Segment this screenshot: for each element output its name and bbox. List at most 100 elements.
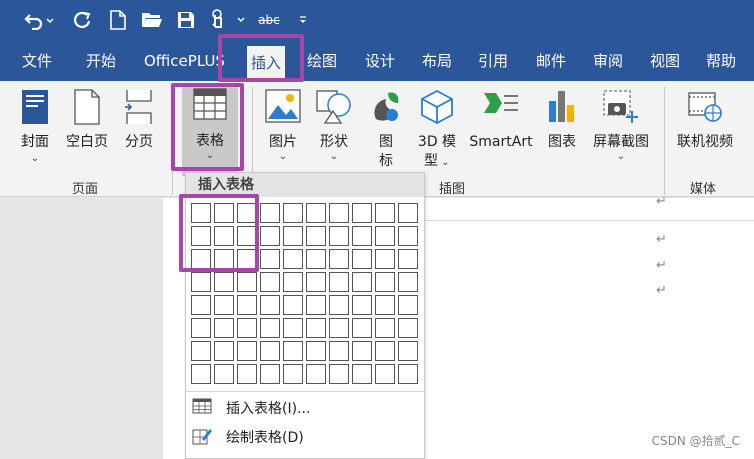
table-grid-cell[interactable]	[306, 226, 326, 246]
table-grid-cell[interactable]	[283, 272, 303, 292]
table-grid-cell[interactable]	[375, 341, 395, 361]
table-grid-cell[interactable]	[329, 249, 349, 269]
strikethrough-button[interactable]: abc	[256, 8, 282, 32]
table-grid-cell[interactable]	[306, 272, 326, 292]
table-grid-cell[interactable]	[283, 203, 303, 223]
online-video-button[interactable]: 联机视频	[672, 85, 738, 175]
table-grid-cell[interactable]	[283, 249, 303, 269]
table-grid-cell[interactable]	[398, 318, 418, 338]
table-grid-cell[interactable]	[214, 295, 234, 315]
table-grid-cell[interactable]	[329, 226, 349, 246]
table-grid-cell[interactable]	[375, 272, 395, 292]
table-grid-cell[interactable]	[306, 203, 326, 223]
table-grid-cell[interactable]	[375, 226, 395, 246]
smartart-button[interactable]: SmartArt	[466, 85, 536, 175]
table-grid-cell[interactable]	[191, 318, 211, 338]
table-grid-cell[interactable]	[260, 295, 280, 315]
table-grid-cell[interactable]	[398, 364, 418, 384]
save-button[interactable]	[176, 8, 196, 32]
table-grid-cell[interactable]	[352, 272, 372, 292]
table-grid-cell[interactable]	[398, 226, 418, 246]
table-grid-cell[interactable]	[237, 364, 257, 384]
tab-view[interactable]: 视图	[650, 42, 680, 81]
table-grid-cell[interactable]	[306, 249, 326, 269]
table-grid-cell[interactable]	[260, 272, 280, 292]
undo-button[interactable]	[22, 8, 56, 32]
page-break-button[interactable]: 分页	[118, 85, 160, 175]
table-grid-cell[interactable]	[352, 249, 372, 269]
table-grid-cell[interactable]	[214, 341, 234, 361]
table-grid-cell[interactable]	[283, 341, 303, 361]
chart-button[interactable]: 图表	[542, 85, 582, 175]
table-grid-cell[interactable]	[375, 203, 395, 223]
touch-mode-button[interactable]	[208, 8, 248, 32]
tab-references[interactable]: 引用	[478, 42, 508, 81]
redo-button[interactable]	[72, 8, 94, 32]
table-grid-cell[interactable]	[329, 295, 349, 315]
table-grid-cell[interactable]	[375, 249, 395, 269]
table-grid-cell[interactable]	[260, 318, 280, 338]
tab-mailings[interactable]: 邮件	[536, 42, 566, 81]
table-grid-cell[interactable]	[306, 295, 326, 315]
table-grid-cell[interactable]	[306, 364, 326, 384]
table-grid-cell[interactable]	[398, 295, 418, 315]
table-grid-cell[interactable]	[237, 341, 257, 361]
table-grid-cell[interactable]	[375, 318, 395, 338]
table-grid-cell[interactable]	[191, 341, 211, 361]
insert-table-menu-item[interactable]: 插入表格(I)...	[186, 393, 424, 421]
table-grid-cell[interactable]	[329, 318, 349, 338]
table-grid-cell[interactable]	[260, 249, 280, 269]
tab-review[interactable]: 审阅	[593, 42, 623, 81]
table-grid-cell[interactable]	[329, 203, 349, 223]
table-grid-cell[interactable]	[283, 318, 303, 338]
open-button[interactable]	[141, 8, 163, 32]
table-grid-cell[interactable]	[352, 364, 372, 384]
table-grid-cell[interactable]	[191, 272, 211, 292]
table-grid-cell[interactable]	[260, 226, 280, 246]
icons-button[interactable]: 图 标	[366, 85, 406, 175]
table-grid-cell[interactable]	[191, 295, 211, 315]
table-grid-cell[interactable]	[237, 295, 257, 315]
table-grid-cell[interactable]	[260, 203, 280, 223]
table-grid-cell[interactable]	[352, 318, 372, 338]
picture-button[interactable]: 图片 ⌄	[262, 85, 304, 175]
table-grid-cell[interactable]	[306, 341, 326, 361]
tab-home[interactable]: 开始	[86, 42, 116, 81]
table-grid-cell[interactable]	[352, 295, 372, 315]
customize-qat-button[interactable]	[296, 8, 310, 32]
table-grid-cell[interactable]	[306, 318, 326, 338]
draw-table-menu-item[interactable]: 绘制表格(D)	[186, 422, 424, 450]
table-grid-cell[interactable]	[214, 318, 234, 338]
screenshot-button[interactable]: 屏幕截图 ⌄	[588, 85, 654, 175]
table-grid-cell[interactable]	[214, 364, 234, 384]
tab-draw[interactable]: 绘图	[307, 42, 337, 81]
table-grid-cell[interactable]	[237, 272, 257, 292]
table-grid-cell[interactable]	[283, 364, 303, 384]
table-grid-cell[interactable]	[191, 364, 211, 384]
tab-design[interactable]: 设计	[365, 42, 395, 81]
cover-page-button[interactable]: 封面 ⌄	[14, 85, 56, 175]
table-grid-cell[interactable]	[398, 341, 418, 361]
table-grid-cell[interactable]	[375, 295, 395, 315]
table-grid-cell[interactable]	[398, 249, 418, 269]
table-grid-cell[interactable]	[237, 318, 257, 338]
table-grid-cell[interactable]	[283, 295, 303, 315]
3d-models-button[interactable]: 3D 模 型 ⌄	[414, 85, 460, 175]
tab-layout[interactable]: 布局	[422, 42, 452, 81]
table-grid-cell[interactable]	[260, 364, 280, 384]
shapes-button[interactable]: 形状 ⌄	[312, 85, 356, 175]
blank-page-button[interactable]: 空白页	[62, 85, 112, 175]
table-grid-cell[interactable]	[398, 203, 418, 223]
table-grid-cell[interactable]	[283, 226, 303, 246]
table-grid-cell[interactable]	[260, 341, 280, 361]
tab-help[interactable]: 帮助	[706, 42, 736, 81]
table-grid-cell[interactable]	[352, 341, 372, 361]
table-grid-cell[interactable]	[352, 226, 372, 246]
table-grid-cell[interactable]	[329, 341, 349, 361]
table-grid-cell[interactable]	[375, 364, 395, 384]
table-grid-cell[interactable]	[352, 203, 372, 223]
tab-file[interactable]: 文件	[22, 42, 52, 81]
tab-officeplus[interactable]: OfficePLUS	[144, 42, 225, 81]
table-grid-cell[interactable]	[214, 272, 234, 292]
table-grid-cell[interactable]	[329, 364, 349, 384]
